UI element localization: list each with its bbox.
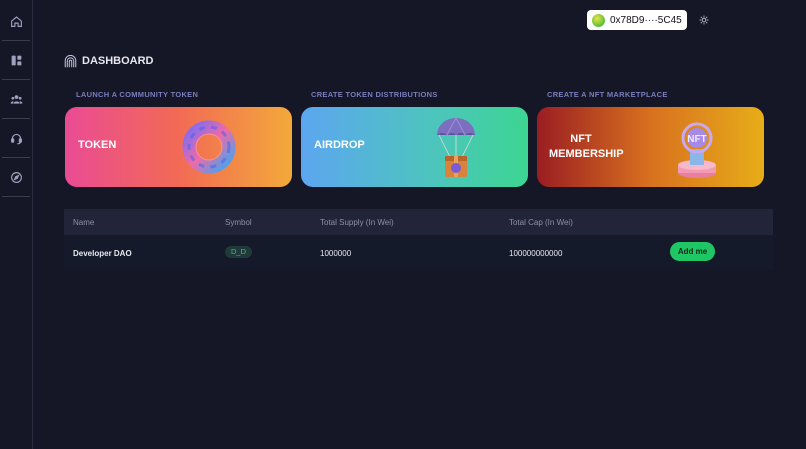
section-label-airdrop: CREATE TOKEN DISTRIBUTIONS	[311, 90, 438, 99]
column-header-name: Name	[73, 218, 95, 227]
total-supply-value: 1000000	[320, 249, 352, 258]
wallet-address: 0x78D9····5C45	[610, 14, 682, 26]
compass-icon	[10, 171, 22, 183]
add-me-button[interactable]: Add me	[670, 242, 715, 261]
torus-ring-icon	[182, 120, 236, 174]
sun-icon	[699, 15, 709, 25]
column-header-symbol: Symbol	[225, 218, 252, 227]
sidebar-item-explore[interactable]	[2, 158, 30, 197]
token-card[interactable]: TOKEN	[65, 107, 292, 187]
arch-icon	[64, 54, 77, 67]
wallet-avatar	[592, 13, 605, 27]
sidebar	[0, 0, 33, 449]
nft-card-title-line2: MEMBERSHIP	[549, 148, 624, 160]
total-cap-value: 100000000000	[509, 249, 563, 258]
page-title-text: DASHBOARD	[82, 55, 154, 67]
theme-toggle[interactable]	[697, 13, 711, 27]
nft-pedestal-icon: NFT	[678, 122, 716, 178]
home-icon	[10, 15, 22, 27]
token-symbol-badge: D_D	[225, 246, 253, 258]
page-title: DASHBOARD	[64, 53, 154, 69]
dashboard-icon	[11, 55, 21, 65]
airdrop-card-title: AIRDROP	[314, 139, 365, 151]
table-header: Name Symbol Total Supply (In Wei) Total …	[64, 209, 773, 235]
token-name: Developer DAO	[73, 249, 132, 258]
wallet-address-button[interactable]: 0x78D9····5C45	[587, 10, 687, 30]
sidebar-item-community[interactable]	[2, 80, 30, 119]
svg-text:NFT: NFT	[687, 134, 706, 145]
section-label-nft: CREATE A NFT MARKETPLACE	[547, 90, 668, 99]
nft-membership-card[interactable]: NFT MEMBERSHIP NFT	[537, 107, 764, 187]
token-card-title: TOKEN	[78, 139, 117, 151]
airdrop-card[interactable]: AIRDROP	[301, 107, 528, 187]
table-row: Developer DAO D_D 1000000 100000000000 A…	[64, 235, 773, 270]
sidebar-item-support[interactable]	[2, 119, 30, 158]
column-header-total-supply: Total Supply (In Wei)	[320, 218, 394, 227]
sidebar-item-dashboard[interactable]	[2, 41, 30, 80]
section-label-token: LAUNCH A COMMUNITY TOKEN	[76, 90, 199, 99]
support-icon	[10, 133, 22, 144]
nft-card-title: NFT MEMBERSHIP	[549, 132, 624, 162]
community-icon	[10, 94, 22, 104]
column-header-total-cap: Total Cap (In Wei)	[509, 218, 573, 227]
parachute-box-icon	[437, 117, 475, 177]
nft-card-title-line1: NFT	[570, 133, 592, 145]
sidebar-item-home[interactable]	[2, 2, 30, 41]
